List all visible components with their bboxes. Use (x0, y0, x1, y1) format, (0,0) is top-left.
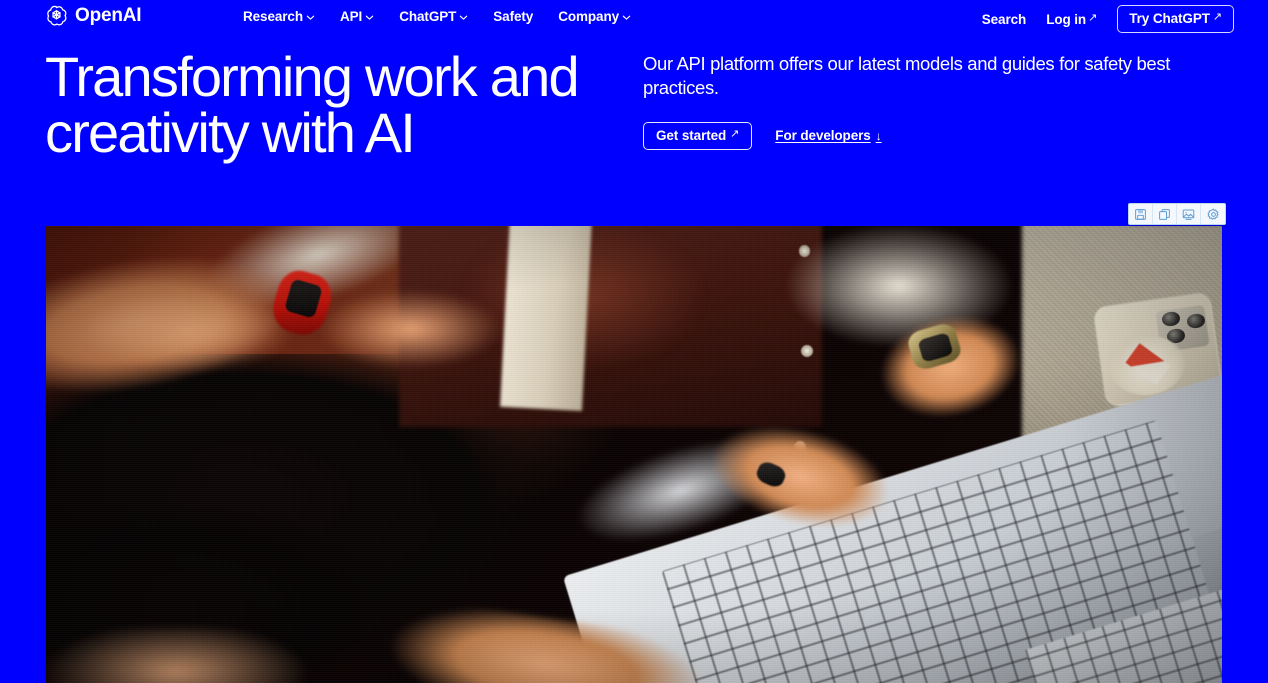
primary-navigation: Research API ChatGPT Safety Company (243, 8, 631, 25)
arrow-up-right-icon: ↗ (1088, 11, 1098, 24)
try-chatgpt-button[interactable]: Try ChatGPT ↗ (1117, 5, 1234, 33)
settings-gear-icon[interactable] (1201, 204, 1225, 224)
hero-actions: Get started ↗ For developers ↓ (643, 121, 1223, 150)
image-toolbar (1128, 203, 1226, 225)
nav-item-api[interactable]: API (340, 8, 374, 25)
site-header: OpenAI Research API ChatGPT Safety Compa… (0, 0, 1268, 34)
hero-photo (46, 226, 1222, 683)
page-title: Transforming work and creativity with AI (45, 45, 580, 164)
nav-label: Company (558, 9, 620, 24)
for-developers-link[interactable]: For developers ↓ (775, 128, 881, 143)
chevron-down-icon (306, 13, 315, 22)
header-actions: Search Log in ↗ Try ChatGPT ↗ (982, 5, 1234, 33)
nav-item-research[interactable]: Research (243, 8, 315, 25)
arrow-up-right-icon: ↗ (1212, 11, 1222, 23)
hero-description: Our API platform offers our latest model… (643, 53, 1171, 99)
arrow-down-icon: ↓ (875, 128, 882, 143)
nav-item-safety[interactable]: Safety (493, 8, 533, 25)
nav-label: ChatGPT (399, 9, 457, 24)
openai-logo-icon (45, 4, 68, 27)
get-started-button[interactable]: Get started ↗ (643, 121, 753, 150)
nav-label: API (340, 9, 363, 24)
copy-icon[interactable] (1153, 204, 1177, 224)
save-icon[interactable] (1129, 204, 1153, 224)
hero-image (46, 226, 1222, 683)
hero-right-column: Our API platform offers our latest model… (643, 52, 1223, 150)
brand-home-link[interactable]: OpenAI (45, 4, 142, 27)
image-icon[interactable] (1177, 204, 1201, 224)
login-label: Log in (1046, 11, 1087, 27)
chevron-down-icon (622, 13, 631, 22)
nav-item-company[interactable]: Company (558, 8, 631, 25)
login-link[interactable]: Log in ↗ (1046, 11, 1097, 28)
for-developers-label: For developers (775, 128, 871, 144)
get-started-label: Get started (656, 127, 727, 143)
search-button[interactable]: Search (981, 11, 1027, 28)
openai-landing-page: OpenAI Research API ChatGPT Safety Compa… (0, 0, 1268, 683)
chevron-down-icon (459, 13, 468, 22)
nav-item-chatgpt[interactable]: ChatGPT (399, 8, 468, 25)
chevron-down-icon (365, 13, 374, 22)
search-label: Search (981, 11, 1027, 27)
arrow-up-right-icon: ↗ (730, 127, 740, 140)
nav-label: Safety (493, 9, 534, 24)
brand-name: OpenAI (75, 5, 142, 26)
nav-label: Research (243, 9, 303, 24)
cta-label: Try ChatGPT (1129, 11, 1210, 26)
